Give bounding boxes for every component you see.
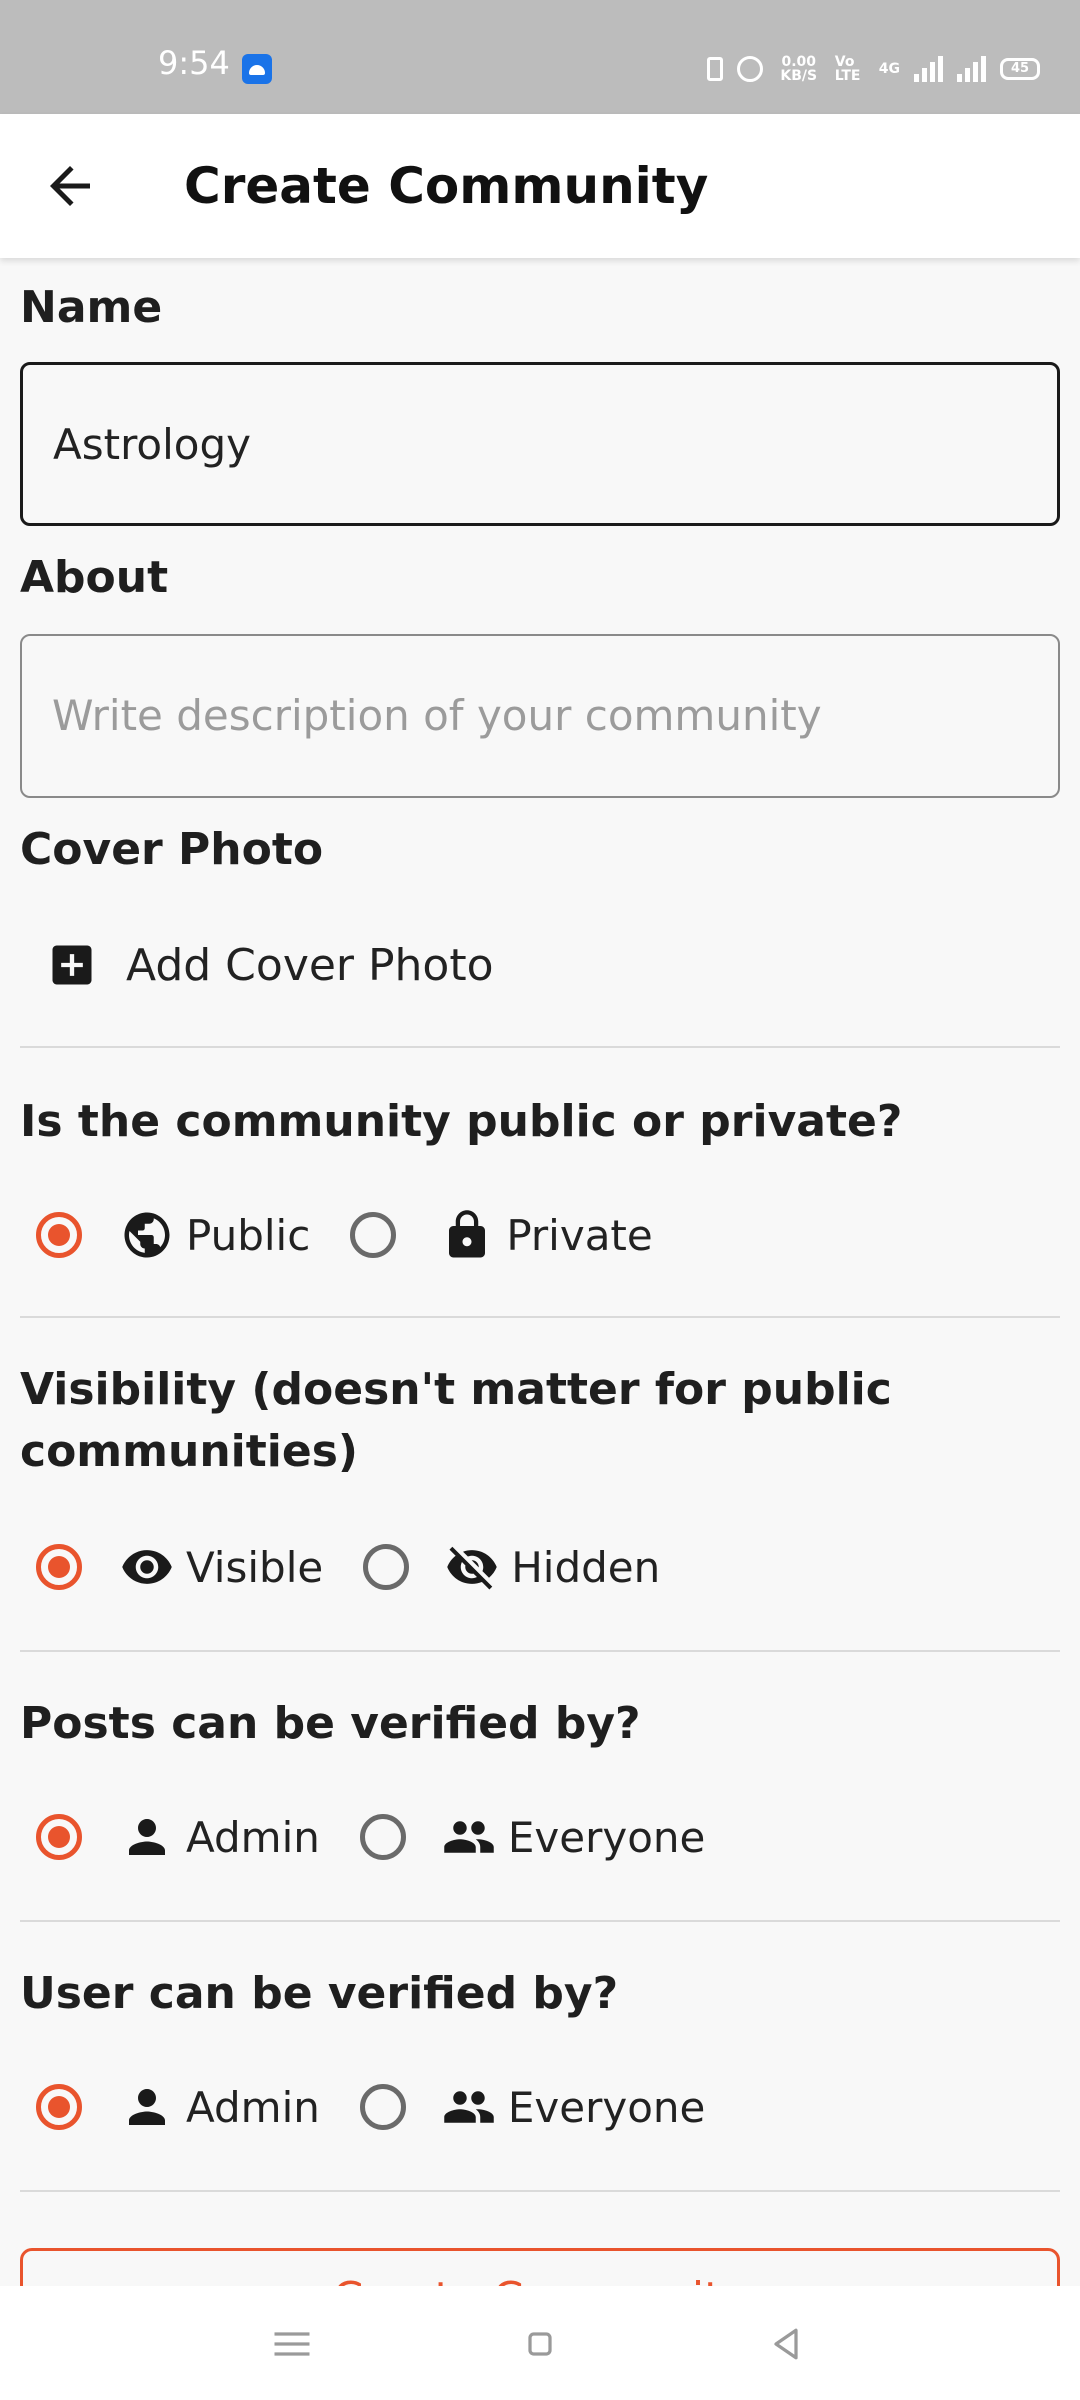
- hidden-label: Hidden: [511, 1542, 661, 1592]
- vibrate-icon: [706, 57, 723, 81]
- divider: [20, 1650, 1060, 1652]
- menu-button[interactable]: [262, 2314, 322, 2374]
- eye-icon: [122, 1550, 172, 1584]
- public-radio[interactable]: [36, 1212, 82, 1258]
- menu-icon: [274, 2332, 310, 2356]
- status-icons: 0.00 KB/S Vo LTE 4G 45: [706, 44, 1040, 94]
- name-label: Name: [20, 282, 163, 333]
- about-input[interactable]: Write description of your community: [20, 634, 1060, 798]
- home-square-icon: [528, 2332, 552, 2356]
- lock-icon: [449, 1210, 486, 1258]
- status-bar: 9:54 0.00 KB/S Vo LTE 4G 45: [0, 0, 1080, 114]
- posts-everyone-radio[interactable]: [359, 1814, 406, 1860]
- visibility-question-line1: Visibility (doesn't matter for public: [20, 1364, 892, 1415]
- posts-admin-label: Admin: [186, 1812, 320, 1862]
- divider: [20, 2190, 1060, 2192]
- user-everyone-label: Everyone: [507, 2082, 706, 2132]
- signal-icon: [914, 56, 943, 82]
- posts-verified-question: Posts can be verified by?: [20, 1698, 641, 1749]
- about-label: About: [20, 552, 169, 603]
- user-admin-label: Admin: [186, 2082, 320, 2132]
- back-triangle-icon: [774, 2328, 798, 2360]
- posts-admin-radio[interactable]: [36, 1814, 82, 1860]
- visibility-options: Visible Hidden: [36, 1532, 660, 1602]
- page-title: Create Community: [184, 157, 709, 215]
- hidden-radio[interactable]: [363, 1544, 410, 1590]
- group-icon: [444, 2091, 494, 2123]
- android-app-icon: [242, 54, 272, 84]
- group-icon: [444, 1821, 494, 1853]
- network-type: 4G: [878, 61, 900, 77]
- user-admin-radio[interactable]: [36, 2084, 82, 2130]
- visible-label: Visible: [186, 1542, 324, 1592]
- back-button[interactable]: [40, 156, 100, 216]
- name-input[interactable]: Astrology: [20, 362, 1060, 526]
- add-box-icon: [52, 945, 92, 985]
- posts-verified-options: Admin Everyone: [36, 1802, 705, 1872]
- public-label: Public: [186, 1210, 311, 1260]
- name-input-value: Astrology: [53, 420, 252, 469]
- posts-everyone-label: Everyone: [507, 1812, 706, 1862]
- app-bar: Create Community: [0, 114, 1080, 258]
- system-nav-bar: [0, 2286, 1080, 2400]
- person-icon: [129, 2089, 165, 2125]
- add-cover-photo-label: Add Cover Photo: [126, 939, 494, 991]
- private-radio[interactable]: [350, 1212, 397, 1258]
- volte-indicator: Vo LTE: [834, 54, 861, 84]
- divider: [20, 1316, 1060, 1318]
- network-speed: 0.00 KB/S: [780, 54, 818, 84]
- person-icon: [129, 1819, 165, 1855]
- add-cover-photo-button[interactable]: Add Cover Photo: [46, 932, 494, 998]
- divider: [20, 1046, 1060, 1048]
- user-verified-question: User can be verified by?: [20, 1968, 619, 2019]
- alarm-icon: [736, 56, 763, 82]
- cover-photo-label: Cover Photo: [20, 824, 324, 875]
- battery-icon: 45: [1000, 58, 1040, 80]
- signal-icon-2: [957, 56, 986, 82]
- visible-radio[interactable]: [36, 1544, 82, 1590]
- user-everyone-radio[interactable]: [359, 2084, 406, 2130]
- home-button[interactable]: [510, 2314, 570, 2374]
- globe-icon: [124, 1212, 170, 1258]
- visibility-question-line2: communities): [20, 1426, 358, 1477]
- about-input-placeholder: Write description of your community: [52, 691, 822, 740]
- back-nav-button[interactable]: [756, 2314, 816, 2374]
- eye-off-icon: [447, 1546, 497, 1590]
- arrow-back-icon: [50, 166, 90, 206]
- status-time: 9:54: [158, 44, 230, 82]
- private-label: Private: [506, 1210, 653, 1260]
- divider: [20, 1920, 1060, 1922]
- user-verified-options: Admin Everyone: [36, 2072, 705, 2142]
- privacy-options: Public Private: [36, 1200, 653, 1270]
- privacy-question: Is the community public or private?: [20, 1096, 903, 1147]
